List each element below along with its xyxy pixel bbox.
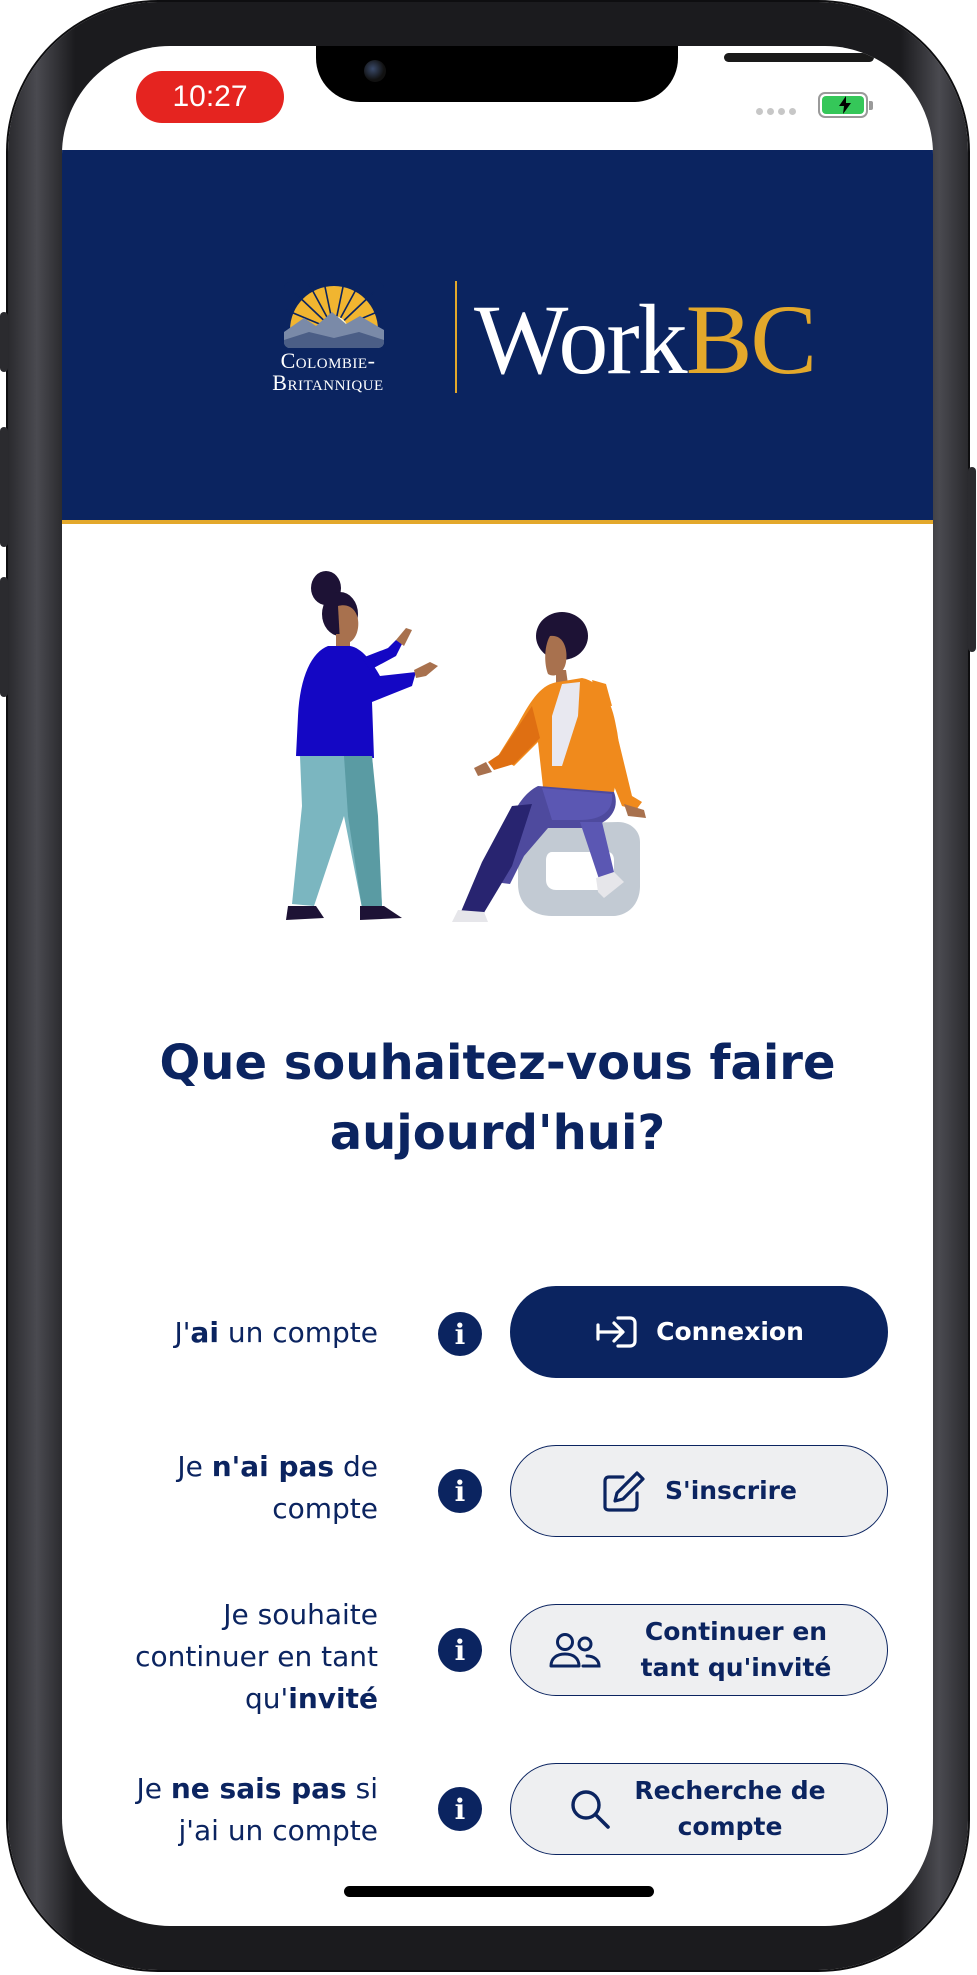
logo-text-line2: Britannique <box>272 370 384 395</box>
front-camera <box>364 60 386 82</box>
label-part: Je <box>177 1450 212 1483</box>
search-icon <box>568 1787 612 1831</box>
label-part-bold: ai <box>190 1316 219 1349</box>
screen: 10:27 Colombie- Britannique WorkBC Que s… <box>62 46 933 1926</box>
volume-up-button <box>0 427 8 547</box>
earpiece <box>724 53 874 62</box>
login-arrow-icon <box>594 1314 638 1350</box>
standing-person-figure <box>286 571 438 920</box>
label-part-bold: n'ai pas <box>211 1450 335 1483</box>
header-banner: Colombie- Britannique WorkBC <box>62 150 933 524</box>
logo-text-line1: Colombie- <box>280 348 376 373</box>
guest-button-label: Continuer en tant qu'invité <box>640 1617 832 1682</box>
page-title: Que souhaitez-vous faire aujourd'hui? <box>159 1035 836 1161</box>
workbc-logo-work: Work <box>474 284 688 395</box>
workbc-logo-bc: BC <box>685 284 817 395</box>
workbc-logo: WorkBC <box>474 290 817 390</box>
seated-person-figure <box>452 612 646 922</box>
logo-divider <box>455 281 457 393</box>
label-part-bold: invité <box>288 1682 378 1715</box>
register-button-label: S'inscrire <box>665 1476 797 1505</box>
info-icon[interactable]: i <box>438 1628 482 1672</box>
power-button <box>968 467 976 652</box>
label-part: J' <box>174 1316 191 1349</box>
status-time: 10:27 <box>136 71 284 123</box>
label-part-bold: ne sais pas <box>170 1772 347 1805</box>
guest-button[interactable]: Continuer en tant qu'invité <box>510 1604 888 1696</box>
users-icon <box>547 1630 603 1670</box>
login-button-label: Connexion <box>656 1317 804 1346</box>
account-search-button-label: Recherche de compte <box>634 1776 826 1841</box>
option-label-have-account: J'ai un compte <box>98 1312 378 1354</box>
battery-icon <box>818 92 873 118</box>
info-icon[interactable]: i <box>438 1469 482 1513</box>
info-icon[interactable]: i <box>438 1312 482 1356</box>
signal-icon <box>756 108 796 115</box>
label-part: un compte <box>218 1316 378 1349</box>
account-search-button[interactable]: Recherche de compte <box>510 1763 888 1855</box>
phone-frame: 10:27 Colombie- Britannique WorkBC Que s… <box>0 2 976 1970</box>
silent-switch <box>0 312 8 372</box>
option-label-unsure: Je ne sais pas si j'ai un compte <box>98 1768 378 1852</box>
home-indicator[interactable] <box>344 1886 654 1897</box>
option-label-no-account: Je n'ai pas de compte <box>98 1446 378 1530</box>
edit-pencil-icon <box>601 1469 647 1513</box>
label-part: Je <box>136 1772 171 1805</box>
volume-down-button <box>0 577 8 697</box>
register-button[interactable]: S'inscrire <box>510 1445 888 1537</box>
people-conversation-illustration <box>286 571 646 922</box>
login-button[interactable]: Connexion <box>510 1286 888 1378</box>
option-label-guest: Je souhaite continuer en tant qu'invité <box>98 1594 378 1720</box>
info-icon[interactable]: i <box>438 1787 482 1831</box>
sun-mountain-icon <box>284 282 384 348</box>
